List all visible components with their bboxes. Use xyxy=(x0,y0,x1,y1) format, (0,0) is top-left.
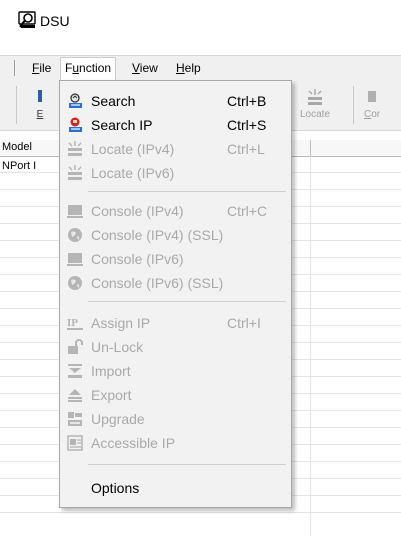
menu-item-options[interactable]: Options xyxy=(60,477,291,499)
menu-item-upgrade[interactable]: Upgrade xyxy=(60,408,291,430)
toolbar-divider xyxy=(353,86,354,124)
menu-item-search-ip[interactable]: Search IP Ctrl+S xyxy=(60,114,291,136)
function-menu: Search Ctrl+B Search IP Ctrl+S Locate (I… xyxy=(59,80,292,508)
window-title: DSU xyxy=(40,13,70,29)
upgrade-icon xyxy=(68,412,82,426)
globe-icon xyxy=(68,228,82,242)
globe-icon xyxy=(68,276,82,290)
unlock-icon xyxy=(68,339,83,354)
grid-column-line xyxy=(310,156,311,536)
menu-view[interactable]: View xyxy=(128,61,162,76)
search-ip-icon xyxy=(69,117,82,132)
export-icon xyxy=(68,389,82,402)
menubar-grip xyxy=(14,60,15,76)
menu-item-locate-ipv4[interactable]: Locate (IPv4) Ctrl+L xyxy=(60,138,291,160)
app-icon xyxy=(18,11,36,28)
console-icon xyxy=(67,253,83,266)
title-bar: DSU xyxy=(0,0,401,42)
menu-bar: File Function View Help xyxy=(0,55,401,81)
column-separator[interactable] xyxy=(310,140,311,156)
menu-function[interactable]: Function xyxy=(60,57,117,80)
menu-separator xyxy=(88,464,286,465)
console-icon xyxy=(67,205,83,218)
toolbar-button-console[interactable]: Cor xyxy=(364,88,401,126)
menu-help[interactable]: Help xyxy=(172,61,205,76)
list-item[interactable]: NPort I xyxy=(2,160,36,172)
menu-item-accessible-ip[interactable]: Accessible IP xyxy=(60,432,291,454)
assign-ip-icon: IP xyxy=(67,317,83,330)
menu-item-console-ipv4-ssl[interactable]: Console (IPv4) (SSL) xyxy=(60,224,291,246)
toolbar-button-locate[interactable]: Locate xyxy=(290,88,340,126)
search-computer-icon xyxy=(69,93,82,108)
locate-icon xyxy=(68,165,82,180)
toolbar-divider xyxy=(16,86,17,124)
menu-item-import[interactable]: Import xyxy=(60,360,291,382)
grid-row-line xyxy=(0,512,401,513)
menu-item-locate-ipv6[interactable]: Locate (IPv6) xyxy=(60,162,291,184)
accessible-ip-icon xyxy=(67,435,83,451)
locate-icon xyxy=(68,141,82,156)
menu-item-console-ipv6[interactable]: Console (IPv6) xyxy=(60,248,291,270)
menu-separator xyxy=(88,301,286,302)
menu-item-search[interactable]: Search Ctrl+B xyxy=(60,90,291,112)
toolbar-button-e[interactable]: E xyxy=(20,88,60,126)
toolbar-icon xyxy=(38,90,42,102)
menu-item-console-ipv6-ssl[interactable]: Console (IPv6) (SSL) xyxy=(60,272,291,294)
menu-separator xyxy=(88,191,286,192)
console-icon xyxy=(368,91,376,102)
menu-item-assign-ip[interactable]: IP Assign IP Ctrl+I xyxy=(60,312,291,334)
column-header-model[interactable]: Model xyxy=(2,141,32,153)
import-icon xyxy=(68,364,82,378)
locate-icon xyxy=(308,89,322,105)
menu-item-export[interactable]: Export xyxy=(60,384,291,406)
menu-item-un-lock[interactable]: Un-Lock xyxy=(60,336,291,358)
svg-text:IP: IP xyxy=(67,317,78,329)
menu-item-console-ipv4[interactable]: Console (IPv4) Ctrl+C xyxy=(60,200,291,222)
menu-file[interactable]: File xyxy=(28,61,55,76)
